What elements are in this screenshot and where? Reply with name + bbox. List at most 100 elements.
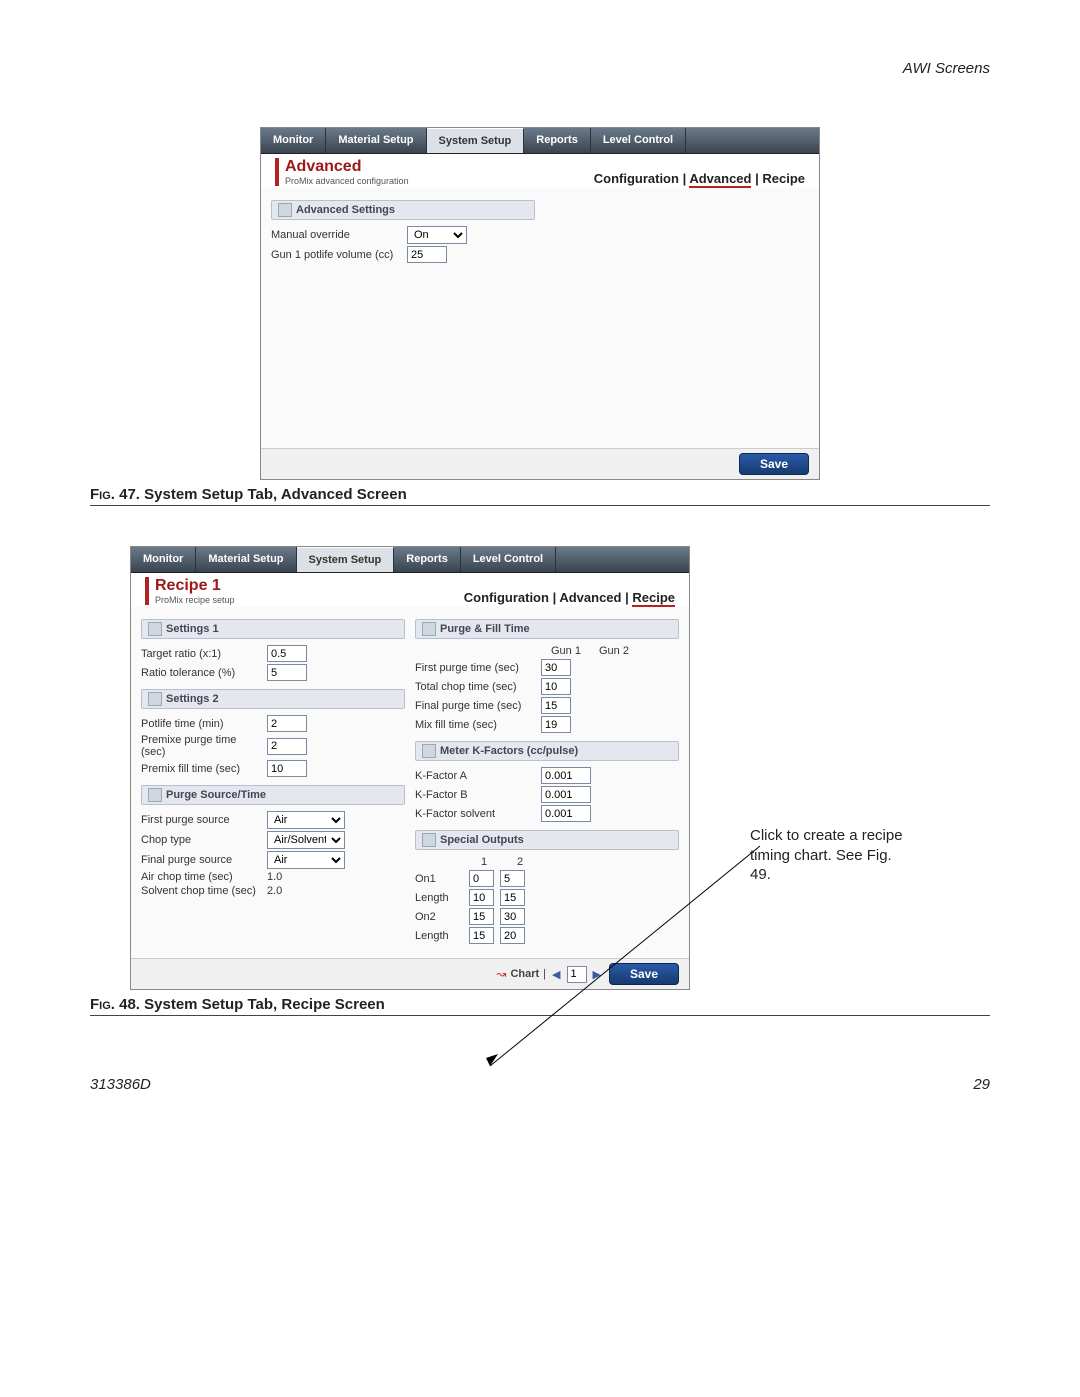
first-purge-src-select[interactable]: Air xyxy=(267,811,345,829)
air-chop-value: 1.0 xyxy=(267,871,282,883)
panel-advanced-settings: Advanced Settings xyxy=(271,200,535,220)
solvent-chop-label: Solvent chop time (sec) xyxy=(141,885,261,897)
tab-level-control[interactable]: Level Control xyxy=(591,128,686,153)
chart-page-input[interactable] xyxy=(567,966,587,983)
len1-2-input[interactable] xyxy=(500,889,525,906)
panel-kfactors: Meter K-Factors (cc/pulse) xyxy=(415,741,679,761)
chart-prev-icon[interactable]: ◀ xyxy=(550,968,562,981)
page-title: Advanced xyxy=(285,158,409,176)
len2-2-input[interactable] xyxy=(500,927,525,944)
fig47-caption: Fig. 47. System Setup Tab, Advanced Scre… xyxy=(90,486,990,503)
tab-system-setup[interactable]: System Setup xyxy=(427,128,525,153)
kfactor-solvent-label: K-Factor solvent xyxy=(415,808,535,820)
gun1-head: Gun 1 xyxy=(551,645,581,657)
tab-material-setup[interactable]: Material Setup xyxy=(196,547,296,572)
so-col2: 2 xyxy=(505,856,535,868)
page-title: Recipe 1 xyxy=(155,577,235,595)
crumb-recipe[interactable]: Recipe xyxy=(632,590,675,607)
solvent-chop-value: 2.0 xyxy=(267,885,282,897)
len2-label: Length xyxy=(415,930,463,942)
chop-type-select[interactable]: Air/Solvent xyxy=(267,831,345,849)
final-purge-src-label: Final purge source xyxy=(141,854,261,866)
chart-icon: ↝ xyxy=(496,967,506,981)
final-purge-time-label: Final purge time (sec) xyxy=(415,700,535,712)
on1-1-input[interactable] xyxy=(469,870,494,887)
tab-monitor[interactable]: Monitor xyxy=(131,547,196,572)
gun1-potlife-label: Gun 1 potlife volume (cc) xyxy=(271,249,401,261)
first-purge-time-input[interactable] xyxy=(541,659,571,676)
panel-purge-fill: Purge & Fill Time xyxy=(415,619,679,639)
crumb-recipe[interactable]: Recipe xyxy=(762,171,805,186)
gun1-potlife-input[interactable] xyxy=(407,246,447,263)
crumb-advanced[interactable]: Advanced xyxy=(689,171,751,188)
footer-left: 313386D xyxy=(90,1076,151,1093)
so-col1: 1 xyxy=(469,856,499,868)
manual-override-label: Manual override xyxy=(271,229,401,241)
chart-next-icon[interactable]: ▶ xyxy=(591,968,603,981)
on2-2-input[interactable] xyxy=(500,908,525,925)
page-subtitle: ProMix advanced configuration xyxy=(285,176,409,186)
annotation-text: Click to create a recipe timing chart. S… xyxy=(750,826,910,885)
len1-1-input[interactable] xyxy=(469,889,494,906)
total-chop-time-label: Total chop time (sec) xyxy=(415,681,535,693)
target-ratio-input[interactable] xyxy=(267,645,307,662)
kfactor-b-label: K-Factor B xyxy=(415,789,535,801)
ratio-tol-label: Ratio tolerance (%) xyxy=(141,667,261,679)
chart-link[interactable]: ↝ Chart | ◀ ▶ xyxy=(496,966,603,983)
ratio-tol-input[interactable] xyxy=(267,664,307,681)
chop-type-label: Chop type xyxy=(141,834,261,846)
premix-purge-label: Premixe purge time (sec) xyxy=(141,734,261,758)
tab-bar: Monitor Material Setup System Setup Repo… xyxy=(261,128,819,154)
potlife-input[interactable] xyxy=(267,715,307,732)
tab-bar: Monitor Material Setup System Setup Repo… xyxy=(131,547,689,573)
crumb-advanced[interactable]: Advanced xyxy=(559,590,621,605)
panel-settings1: Settings 1 xyxy=(141,619,405,639)
fig47-screenshot: Monitor Material Setup System Setup Repo… xyxy=(260,127,820,480)
tab-monitor[interactable]: Monitor xyxy=(261,128,326,153)
panel-special-outputs: Special Outputs xyxy=(415,830,679,850)
save-button[interactable]: Save xyxy=(739,453,809,475)
crumb-configuration[interactable]: Configuration xyxy=(464,590,549,605)
breadcrumb: Configuration | Advanced | Recipe xyxy=(464,590,675,605)
tab-reports[interactable]: Reports xyxy=(394,547,461,572)
page-subtitle: ProMix recipe setup xyxy=(155,595,235,605)
breadcrumb: Configuration | Advanced | Recipe xyxy=(594,171,805,186)
gun2-head: Gun 2 xyxy=(599,645,629,657)
kfactor-a-label: K-Factor A xyxy=(415,770,535,782)
first-purge-time-label: First purge time (sec) xyxy=(415,662,535,674)
fig48-screenshot: Monitor Material Setup System Setup Repo… xyxy=(130,546,690,990)
mix-fill-time-input[interactable] xyxy=(541,716,571,733)
air-chop-label: Air chop time (sec) xyxy=(141,871,261,883)
tab-system-setup[interactable]: System Setup xyxy=(297,547,395,572)
fig48-caption: Fig. 48. System Setup Tab, Recipe Screen xyxy=(90,996,990,1013)
kfactor-a-input[interactable] xyxy=(541,767,591,784)
save-button[interactable]: Save xyxy=(609,963,679,985)
on2-1-input[interactable] xyxy=(469,908,494,925)
crumb-configuration[interactable]: Configuration xyxy=(594,171,679,186)
total-chop-time-input[interactable] xyxy=(541,678,571,695)
panel-purge-source: Purge Source/Time xyxy=(141,785,405,805)
premix-fill-input[interactable] xyxy=(267,760,307,777)
manual-override-select[interactable]: On xyxy=(407,226,467,244)
len1-label: Length xyxy=(415,892,463,904)
final-purge-time-input[interactable] xyxy=(541,697,571,714)
kfactor-b-input[interactable] xyxy=(541,786,591,803)
target-ratio-label: Target ratio (x:1) xyxy=(141,648,261,660)
footer-right: 29 xyxy=(973,1076,990,1093)
kfactor-solvent-input[interactable] xyxy=(541,805,591,822)
on1-label: On1 xyxy=(415,873,463,885)
tab-level-control[interactable]: Level Control xyxy=(461,547,556,572)
premix-purge-input[interactable] xyxy=(267,738,307,755)
on2-label: On2 xyxy=(415,911,463,923)
panel-settings2: Settings 2 xyxy=(141,689,405,709)
len2-1-input[interactable] xyxy=(469,927,494,944)
tab-reports[interactable]: Reports xyxy=(524,128,591,153)
premix-fill-label: Premix fill time (sec) xyxy=(141,763,261,775)
tab-material-setup[interactable]: Material Setup xyxy=(326,128,426,153)
mix-fill-time-label: Mix fill time (sec) xyxy=(415,719,535,731)
potlife-label: Potlife time (min) xyxy=(141,718,261,730)
page-header: AWI Screens xyxy=(90,60,990,77)
final-purge-src-select[interactable]: Air xyxy=(267,851,345,869)
first-purge-src-label: First purge source xyxy=(141,814,261,826)
on1-2-input[interactable] xyxy=(500,870,525,887)
